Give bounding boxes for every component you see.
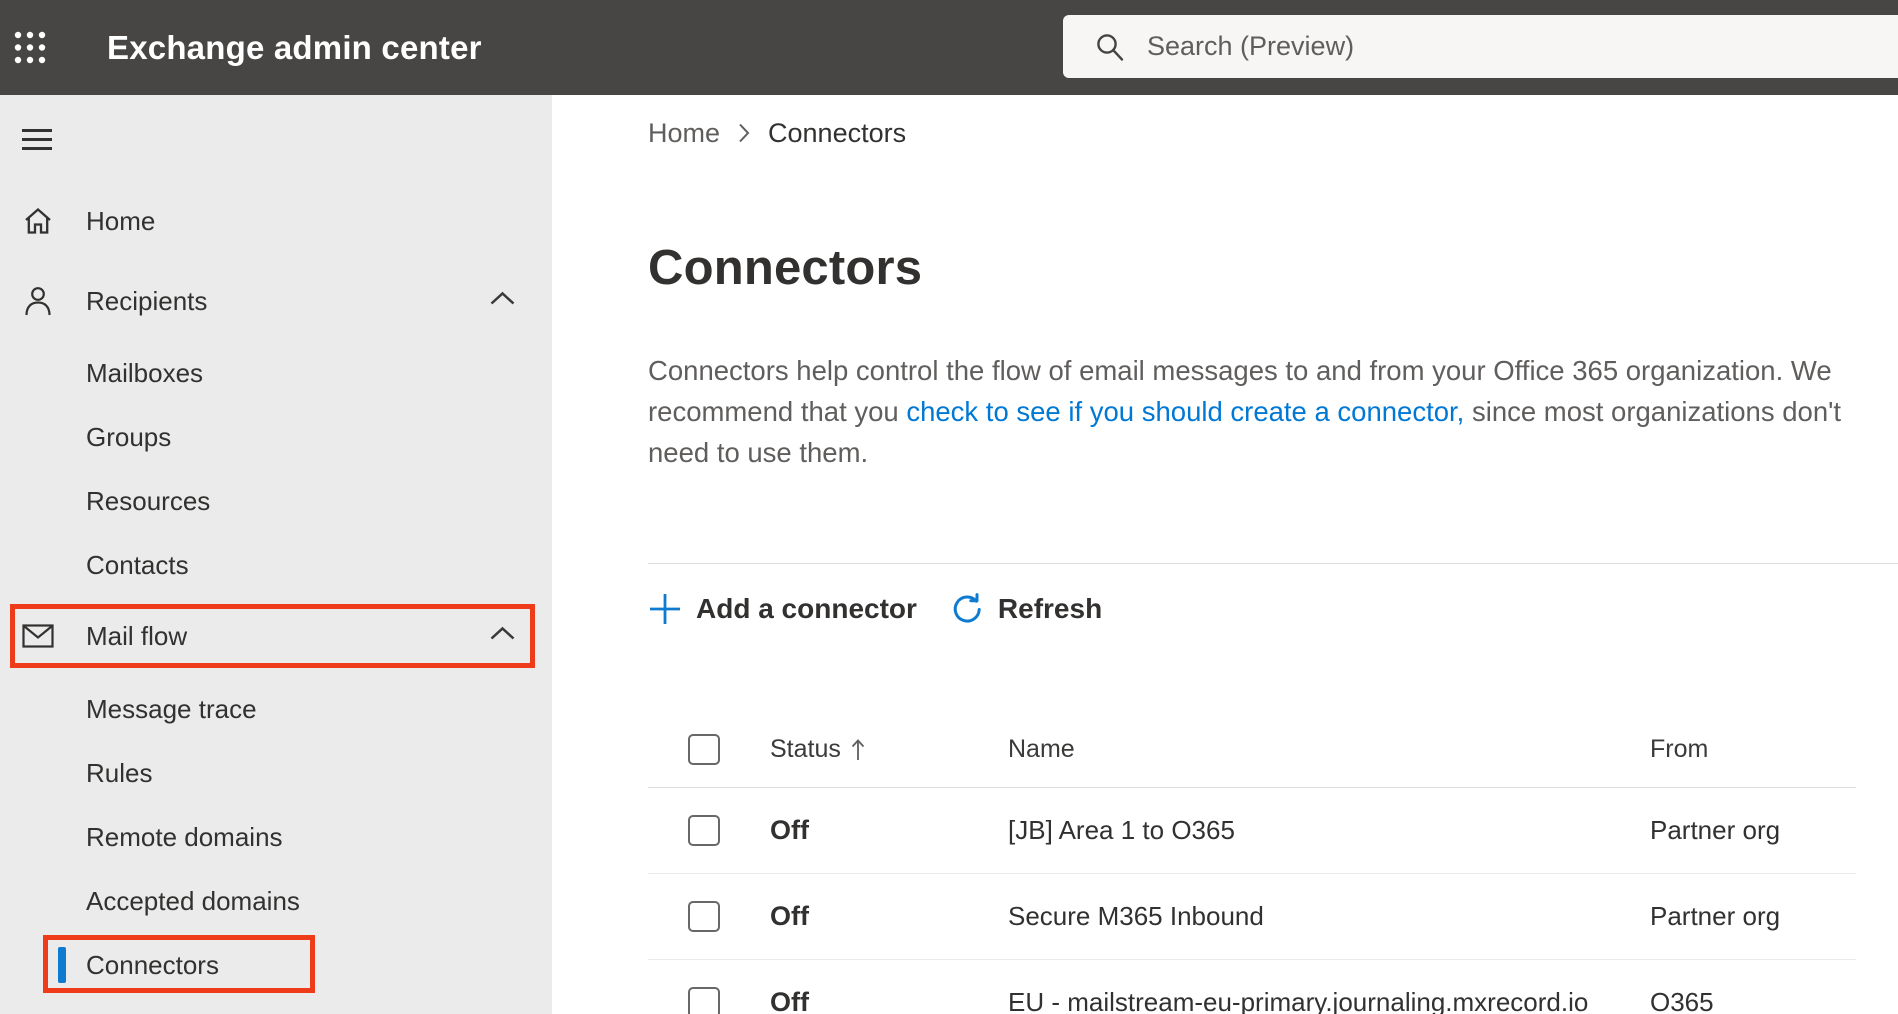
breadcrumb-home-link[interactable]: Home — [648, 118, 720, 149]
status-cell: Off — [770, 901, 809, 931]
refresh-label: Refresh — [997, 593, 1103, 624]
row-checkbox[interactable] — [688, 815, 720, 846]
sidebar-item-label: Recipients — [86, 285, 208, 316]
toolbar-divider — [648, 563, 1898, 564]
chevron-up-icon[interactable] — [489, 291, 516, 311]
table-row[interactable]: Off Secure M365 Inbound Partner org — [648, 874, 1856, 960]
breadcrumb-chevron-icon — [738, 122, 750, 144]
app-launcher-waffle-icon[interactable] — [0, 0, 60, 95]
row-checkbox[interactable] — [688, 987, 720, 1014]
sidebar-item-home[interactable]: Home — [0, 189, 552, 253]
create-connector-check-link[interactable]: check to see if you should create a conn… — [906, 396, 1464, 427]
sidebar: Home Recipients Mailboxes Groups Resourc… — [0, 95, 552, 1014]
app-title: Exchange admin center — [107, 28, 482, 66]
topbar: Exchange admin center — [0, 0, 1898, 95]
status-cell: Off — [770, 815, 809, 845]
sidebar-item-accepted-domains[interactable]: Accepted domains — [0, 869, 552, 933]
table-header-row: Status Name From — [648, 712, 1856, 788]
column-header-status[interactable]: Status — [770, 735, 841, 764]
refresh-button[interactable]: Refresh — [950, 592, 1102, 626]
breadcrumb: Home Connectors — [648, 118, 1856, 148]
sidebar-item-label: Contacts — [86, 549, 189, 580]
add-connector-button[interactable]: Add a connector — [648, 592, 917, 626]
sort-ascending-arrow-icon — [851, 738, 865, 760]
add-connector-label: Add a connector — [696, 593, 917, 624]
sidebar-nav: Home Recipients Mailboxes Groups Resourc… — [0, 189, 552, 997]
sidebar-item-connectors[interactable]: Connectors — [0, 933, 552, 997]
sidebar-item-label: Resources — [86, 485, 211, 516]
name-cell[interactable]: EU - mailstream-eu-primary.journaling.mx… — [1008, 987, 1650, 1014]
select-all-checkbox[interactable] — [688, 734, 720, 765]
sidebar-item-rules[interactable]: Rules — [0, 741, 552, 805]
sidebar-item-message-trace[interactable]: Message trace — [0, 677, 552, 741]
sidebar-item-label: Message trace — [86, 693, 257, 724]
page-title: Connectors — [648, 241, 923, 295]
page-description: Connectors help control the flow of emai… — [648, 350, 1856, 473]
table-row[interactable]: Off EU - mailstream-eu-primary.journalin… — [648, 960, 1856, 1014]
row-checkbox[interactable] — [688, 901, 720, 932]
search-input[interactable] — [1147, 31, 1747, 62]
sidebar-item-label: Connectors — [86, 949, 219, 980]
breadcrumb-current: Connectors — [768, 117, 907, 148]
plus-icon — [650, 594, 680, 624]
search-icon — [1097, 33, 1124, 61]
sidebar-item-recipients[interactable]: Recipients — [0, 269, 552, 333]
sidebar-item-mail-flow[interactable]: Mail flow — [0, 604, 552, 668]
selected-indicator-bar — [58, 947, 66, 983]
sidebar-item-label: Mailboxes — [86, 357, 204, 388]
sidebar-item-label: Rules — [86, 757, 153, 788]
hamburger-menu-icon[interactable] — [22, 128, 58, 150]
name-cell[interactable]: Secure M365 Inbound — [1008, 901, 1650, 932]
refresh-icon — [953, 593, 981, 623]
table-row[interactable]: Off [JB] Area 1 to O365 Partner org — [648, 788, 1856, 874]
sidebar-item-label: Home — [86, 205, 156, 236]
main-content: Home Connectors Connectors Connectors he… — [552, 95, 1898, 1014]
sidebar-item-mailboxes[interactable]: Mailboxes — [0, 341, 552, 405]
from-cell: O365 — [1650, 987, 1714, 1014]
status-cell: Off — [770, 987, 809, 1014]
sidebar-item-contacts[interactable]: Contacts — [0, 533, 552, 597]
sidebar-item-label: Remote domains — [86, 821, 283, 852]
home-icon — [22, 206, 54, 236]
from-cell: Partner org — [1650, 815, 1781, 845]
from-cell: Partner org — [1650, 901, 1781, 931]
waffle-icon — [14, 31, 46, 64]
sidebar-item-resources[interactable]: Resources — [0, 469, 552, 533]
sidebar-item-groups[interactable]: Groups — [0, 405, 552, 469]
mail-icon — [22, 621, 54, 651]
person-icon — [22, 286, 54, 316]
sidebar-item-label: Accepted domains — [86, 885, 300, 916]
sidebar-item-remote-domains[interactable]: Remote domains — [0, 805, 552, 869]
search-box[interactable] — [1063, 15, 1898, 78]
toolbar: Add a connector Refresh — [648, 581, 1856, 637]
sidebar-item-label: Mail flow — [86, 620, 188, 651]
sidebar-item-label: Groups — [86, 421, 172, 452]
name-cell[interactable]: [JB] Area 1 to O365 — [1008, 815, 1650, 846]
chevron-up-icon[interactable] — [489, 626, 516, 646]
column-header-name[interactable]: Name — [1008, 735, 1650, 764]
column-header-from[interactable]: From — [1650, 735, 1856, 764]
connectors-table: Status Name From Off [JB] Area 1 to O365… — [648, 712, 1856, 1014]
